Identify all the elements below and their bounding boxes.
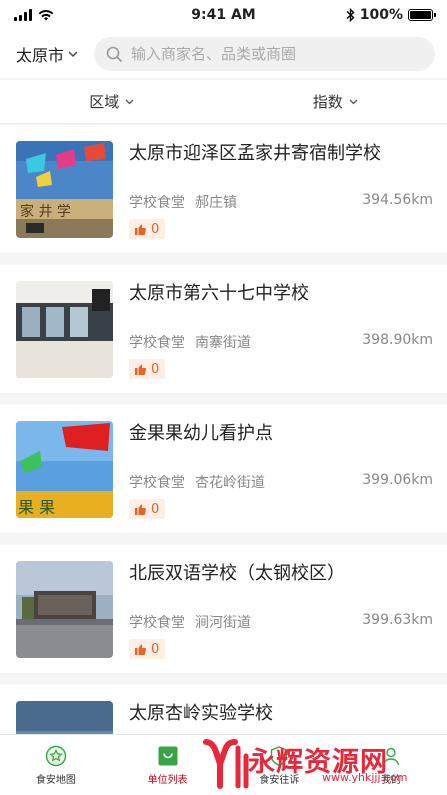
search-input[interactable] <box>131 45 423 63</box>
tab-food-safety-complaint[interactable]: 食安往诉 <box>224 735 336 795</box>
unit-category: 学校食堂 <box>129 475 185 491</box>
filter-index-label: 指数 <box>312 93 343 111</box>
tab-label: 单位列表 <box>147 774 188 786</box>
unit-area: 郝庄镇 <box>195 195 237 211</box>
like-badge[interactable]: 0 <box>129 359 166 379</box>
filter-index[interactable]: 指数 <box>224 91 447 112</box>
battery-icon <box>408 9 436 21</box>
like-badge[interactable]: 0 <box>129 499 166 519</box>
list-item[interactable]: 家 井 学 太原市迎泽区孟家井寄宿制学校 学校食堂 郝庄镇 394.56km 0 <box>0 125 447 253</box>
unit-distance: 398.90km <box>362 332 433 348</box>
bluetooth-icon <box>346 8 355 22</box>
city-selector[interactable]: 太原市 <box>16 42 94 66</box>
status-time: 9:41 AM <box>191 7 256 23</box>
search-header: 太原市 <box>0 30 447 78</box>
like-badge[interactable]: 0 <box>129 219 166 239</box>
list-item[interactable]: 北辰双语学校（太钢校区） 学校食堂 涧河街道 399.63km 0 <box>0 545 447 673</box>
tab-label: 食安地图 <box>35 774 76 786</box>
school-photo: 果 果 <box>16 421 113 518</box>
unit-category: 学校食堂 <box>129 615 185 631</box>
unit-name: 太原市第六十七中学校 <box>129 283 309 304</box>
chevron-down-icon <box>125 99 134 104</box>
chevron-down-icon <box>68 51 78 57</box>
like-badge[interactable]: 0 <box>129 639 166 659</box>
tab-mine[interactable]: 我的 <box>335 735 447 795</box>
filter-bar: 区域 指数 <box>0 80 447 124</box>
school-photo <box>16 281 113 378</box>
status-bar: 9:41 AM 100% <box>0 0 447 30</box>
tab-label: 食安往诉 <box>259 774 300 786</box>
unit-name: 金果果幼儿看护点 <box>129 423 273 444</box>
tab-label: 我的 <box>381 774 402 786</box>
shopping-bag-icon <box>157 745 179 767</box>
list-item[interactable]: 果 果 金果果幼儿看护点 学校食堂 杏花岭街道 399.06km 0 <box>0 405 447 533</box>
chevron-down-icon <box>349 99 358 104</box>
filter-region-label: 区域 <box>89 93 120 111</box>
unit-name: 太原市迎泽区孟家井寄宿制学校 <box>129 143 381 164</box>
shield-icon <box>268 745 290 767</box>
school-photo <box>16 561 113 658</box>
unit-area: 杏花岭街道 <box>195 475 265 491</box>
svg-text:家 井 学: 家 井 学 <box>20 203 71 220</box>
unit-category: 学校食堂 <box>129 335 185 351</box>
tab-unit-list[interactable]: 单位列表 <box>112 735 224 795</box>
cellular-signal-icon <box>14 9 32 21</box>
unit-distance: 394.56km <box>362 192 433 208</box>
star-badge-icon <box>45 745 67 767</box>
school-photo: 家 井 学 <box>16 141 113 238</box>
like-count: 0 <box>151 221 160 237</box>
unit-area: 涧河街道 <box>195 615 251 631</box>
like-count: 0 <box>151 501 160 517</box>
svg-text:果 果: 果 果 <box>18 498 55 517</box>
thumbs-up-icon <box>135 644 146 655</box>
battery-percent: 100% <box>359 7 403 23</box>
city-label: 太原市 <box>16 46 65 65</box>
filter-region[interactable]: 区域 <box>0 91 224 112</box>
unit-name: 北辰双语学校（太钢校区） <box>129 563 345 584</box>
thumbs-up-icon <box>135 224 146 235</box>
unit-distance: 399.63km <box>362 612 433 628</box>
list-item[interactable]: 太原市第六十七中学校 学校食堂 南寨街道 398.90km 0 <box>0 265 447 393</box>
unit-category: 学校食堂 <box>129 195 185 211</box>
thumbs-up-icon <box>135 504 146 515</box>
thumbs-up-icon <box>135 364 146 375</box>
unit-name: 太原杏岭实验学校 <box>129 703 273 724</box>
unit-area: 南寨街道 <box>195 335 251 351</box>
unit-distance: 399.06km <box>362 472 433 488</box>
like-count: 0 <box>151 641 160 657</box>
bottom-tab-bar: 食安地图 单位列表 食安往诉 我的 <box>0 734 447 795</box>
like-count: 0 <box>151 361 160 377</box>
tab-food-safety-map[interactable]: 食安地图 <box>0 735 112 795</box>
search-box[interactable] <box>94 37 435 71</box>
user-icon <box>380 745 402 767</box>
wifi-icon <box>38 10 54 21</box>
search-icon <box>106 46 123 62</box>
